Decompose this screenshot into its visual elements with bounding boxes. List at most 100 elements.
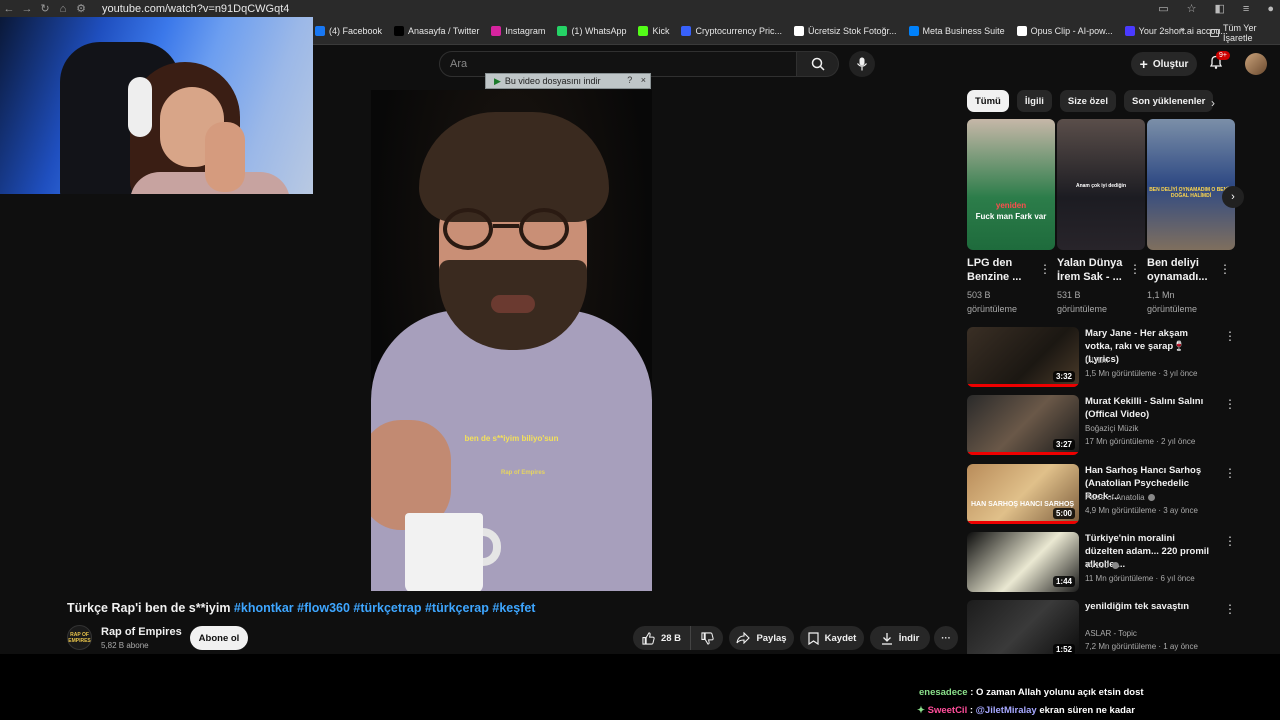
video-person-mouth (491, 295, 535, 313)
verified-icon (1147, 494, 1155, 502)
all-bookmarks[interactable]: Tüm Yer İşaretle (1210, 23, 1280, 43)
chevron-right-icon[interactable]: › (1211, 96, 1215, 110)
profile-icon[interactable]: ● (1267, 3, 1274, 15)
video-watermark: Rap of Empires (501, 470, 546, 476)
shorts-next-button[interactable]: › (1222, 186, 1244, 208)
more-vertical-icon[interactable]: ⋮ (1224, 602, 1236, 616)
download-video-bar[interactable]: ▶ Bu video dosyasını indir ? × (485, 73, 651, 89)
channel-name[interactable]: Rap of Empires (101, 626, 182, 638)
bookmark-favicon-icon (794, 25, 805, 36)
video-thumbnail[interactable]: HAN SARHOŞ HANCI SARHOŞ 5:00 (967, 464, 1079, 524)
recommended-video[interactable]: HAN SARHOŞ HANCI SARHOŞ 5:00 Han Sarhoş Ha… (967, 464, 1236, 524)
short-title[interactable]: Yalan Dünya İrem Sak - ... (1057, 256, 1127, 284)
site-info-icon[interactable]: ⚙ (72, 2, 90, 15)
short-title[interactable]: LPG den Benzine ... (967, 256, 1037, 284)
more-actions-button[interactable]: ··· (934, 626, 958, 650)
account-avatar[interactable] (1245, 53, 1267, 75)
recommended-meta: 1,5 Mn görüntüleme · 3 yıl önce (1085, 369, 1198, 378)
bookmark-item[interactable]: Kick (638, 25, 670, 36)
save-button[interactable]: Kaydet (800, 626, 864, 650)
bookmark-icon (808, 631, 819, 645)
bookmark-favicon-icon (638, 25, 649, 36)
more-vertical-icon[interactable]: ⋮ (1224, 466, 1236, 480)
back-icon[interactable]: ← (0, 3, 18, 15)
download-bar-close[interactable]: × (641, 75, 646, 85)
subscribe-button[interactable]: Abone ol (190, 626, 248, 650)
recommended-channel-name: ASLAR - Topic (1085, 629, 1137, 638)
download-button[interactable]: İndir (870, 626, 930, 650)
create-button[interactable]: + Oluştur (1131, 52, 1197, 76)
bookmark-label: Kick (652, 25, 670, 36)
more-vertical-icon[interactable]: ⋮ (1039, 262, 1051, 276)
bookmark-star-icon[interactable]: ☆ (1187, 2, 1197, 15)
more-bookmarks-icon[interactable]: » (1180, 24, 1185, 34)
recommended-channel-name: Pulse of Anatolia (1085, 493, 1145, 502)
chat-username: enesadece (919, 687, 968, 698)
recommended-channel[interactable]: ASLAR - Topic (1085, 629, 1137, 638)
notifications-button[interactable]: 9+ (1208, 51, 1230, 75)
filter-chip[interactable]: Tümü (967, 90, 1009, 112)
bookmark-item[interactable]: Meta Business Suite (908, 25, 1005, 36)
video-thumbnail[interactable]: 1:44 (967, 532, 1079, 592)
voice-search-button[interactable] (849, 51, 875, 77)
recommended-meta: 7,2 Mn görüntüleme · 1 ay önce (1085, 642, 1198, 651)
reload-icon[interactable]: ↻ (36, 2, 54, 15)
search-button[interactable] (797, 51, 839, 77)
recommended-video-title[interactable]: yenildiğim tek savaştın (1085, 600, 1215, 613)
recommended-channel[interactable]: LiLium (1085, 356, 1109, 365)
recommended-channel[interactable]: Pulse of Anatolia (1085, 493, 1155, 502)
share-button[interactable]: Paylaş (729, 626, 794, 650)
extensions-icon[interactable]: ◧ (1215, 2, 1225, 15)
media-icon[interactable]: ≡ (1243, 3, 1249, 15)
recommended-video[interactable]: 3:32 Mary Jane - Her akşam votka, rakı ve… (967, 327, 1236, 387)
short-title[interactable]: Ben deliyi oynamadı... (1147, 256, 1217, 284)
filter-chip[interactable]: Size özel (1059, 90, 1116, 112)
folder-icon (1210, 29, 1219, 37)
filter-chip[interactable]: Son yüklenenler (1123, 90, 1214, 112)
more-vertical-icon[interactable]: ⋮ (1219, 262, 1231, 276)
coffee-mug (405, 513, 483, 591)
forward-icon[interactable]: → (18, 3, 36, 15)
chat-username: SweetCil (927, 705, 968, 716)
channel-avatar[interactable]: RAP OF EMPIRES (67, 625, 92, 650)
notification-badge: 9+ (1216, 51, 1230, 60)
bookmark-item[interactable]: (4) Facebook (315, 25, 382, 36)
video-hashtags[interactable]: #khontkar #flow360 #türkçetrap #türkçera… (234, 601, 536, 615)
download-bar-help[interactable]: ? (627, 75, 632, 85)
more-vertical-icon[interactable]: ⋮ (1224, 329, 1236, 343)
video-player[interactable]: ben de s**iyim biliyo'sun Rap of Empires (371, 90, 652, 591)
video-thumbnail[interactable]: 3:27 (967, 395, 1079, 455)
more-vertical-icon[interactable]: ⋮ (1224, 534, 1236, 548)
short-thumbnail[interactable]: yeniden Fuck man Fark var (967, 119, 1055, 250)
like-button[interactable]: 28 B (633, 626, 690, 650)
search-icon (811, 57, 825, 71)
home-icon[interactable]: ⌂ (54, 3, 72, 15)
video-person-hair (419, 112, 609, 222)
recommended-video[interactable]: 1:44 Türkiye'nin moralini düzelten adam..… (967, 532, 1236, 592)
recommended-channel[interactable]: TV100 (1085, 561, 1119, 570)
more-vertical-icon[interactable]: ⋮ (1129, 262, 1141, 276)
bookmark-item[interactable]: Instagram (491, 25, 545, 36)
bookmark-item[interactable]: (1) WhatsApp (557, 25, 626, 36)
bookmark-item[interactable]: Opus Clip - AI-pow... (1016, 25, 1113, 36)
thumbs-up-icon (642, 631, 655, 645)
video-thumbnail[interactable]: 1:52 (967, 600, 1079, 660)
dislike-button[interactable] (690, 626, 723, 650)
chat-message: ✦ SweetCil : @JiletMiralay ekran süren n… (917, 705, 1135, 716)
recommended-video[interactable]: 3:27 Murat Kekilli - Salını Salını (Offic… (967, 395, 1236, 455)
video-title: Türkçe Rap'i ben de s**iyim #khontkar #f… (67, 601, 535, 615)
bookmark-item[interactable]: Cryptocurrency Pric... (681, 25, 782, 36)
bookmark-item[interactable]: Anasayfa / Twitter (394, 25, 479, 36)
url-field[interactable]: youtube.com/watch?v=n91DqCWGqt4 (102, 3, 289, 15)
short-thumbnail[interactable]: BEN DELİYİ OYNAMADIM O BENİM DOĞAL HALİM… (1147, 119, 1235, 250)
short-thumbnail[interactable]: Anam çok iyi dediğin (1057, 119, 1145, 250)
video-duration: 5:00 (1052, 508, 1075, 519)
bookmark-item[interactable]: Ücretsiz Stok Fotoğr... (794, 25, 897, 36)
recommended-video[interactable]: 1:52 yenildiğim tek savaştın ASLAR - Topic… (967, 600, 1236, 660)
filter-chip[interactable]: İlgili (1016, 90, 1052, 112)
recommended-video-title[interactable]: Murat Kekilli - Salını Salını (Offical V… (1085, 395, 1215, 421)
cast-icon[interactable]: ▭ (1158, 2, 1168, 15)
more-vertical-icon[interactable]: ⋮ (1224, 397, 1236, 411)
video-thumbnail[interactable]: 3:32 (967, 327, 1079, 387)
recommended-channel[interactable]: Boğaziçi Müzik (1085, 424, 1138, 433)
